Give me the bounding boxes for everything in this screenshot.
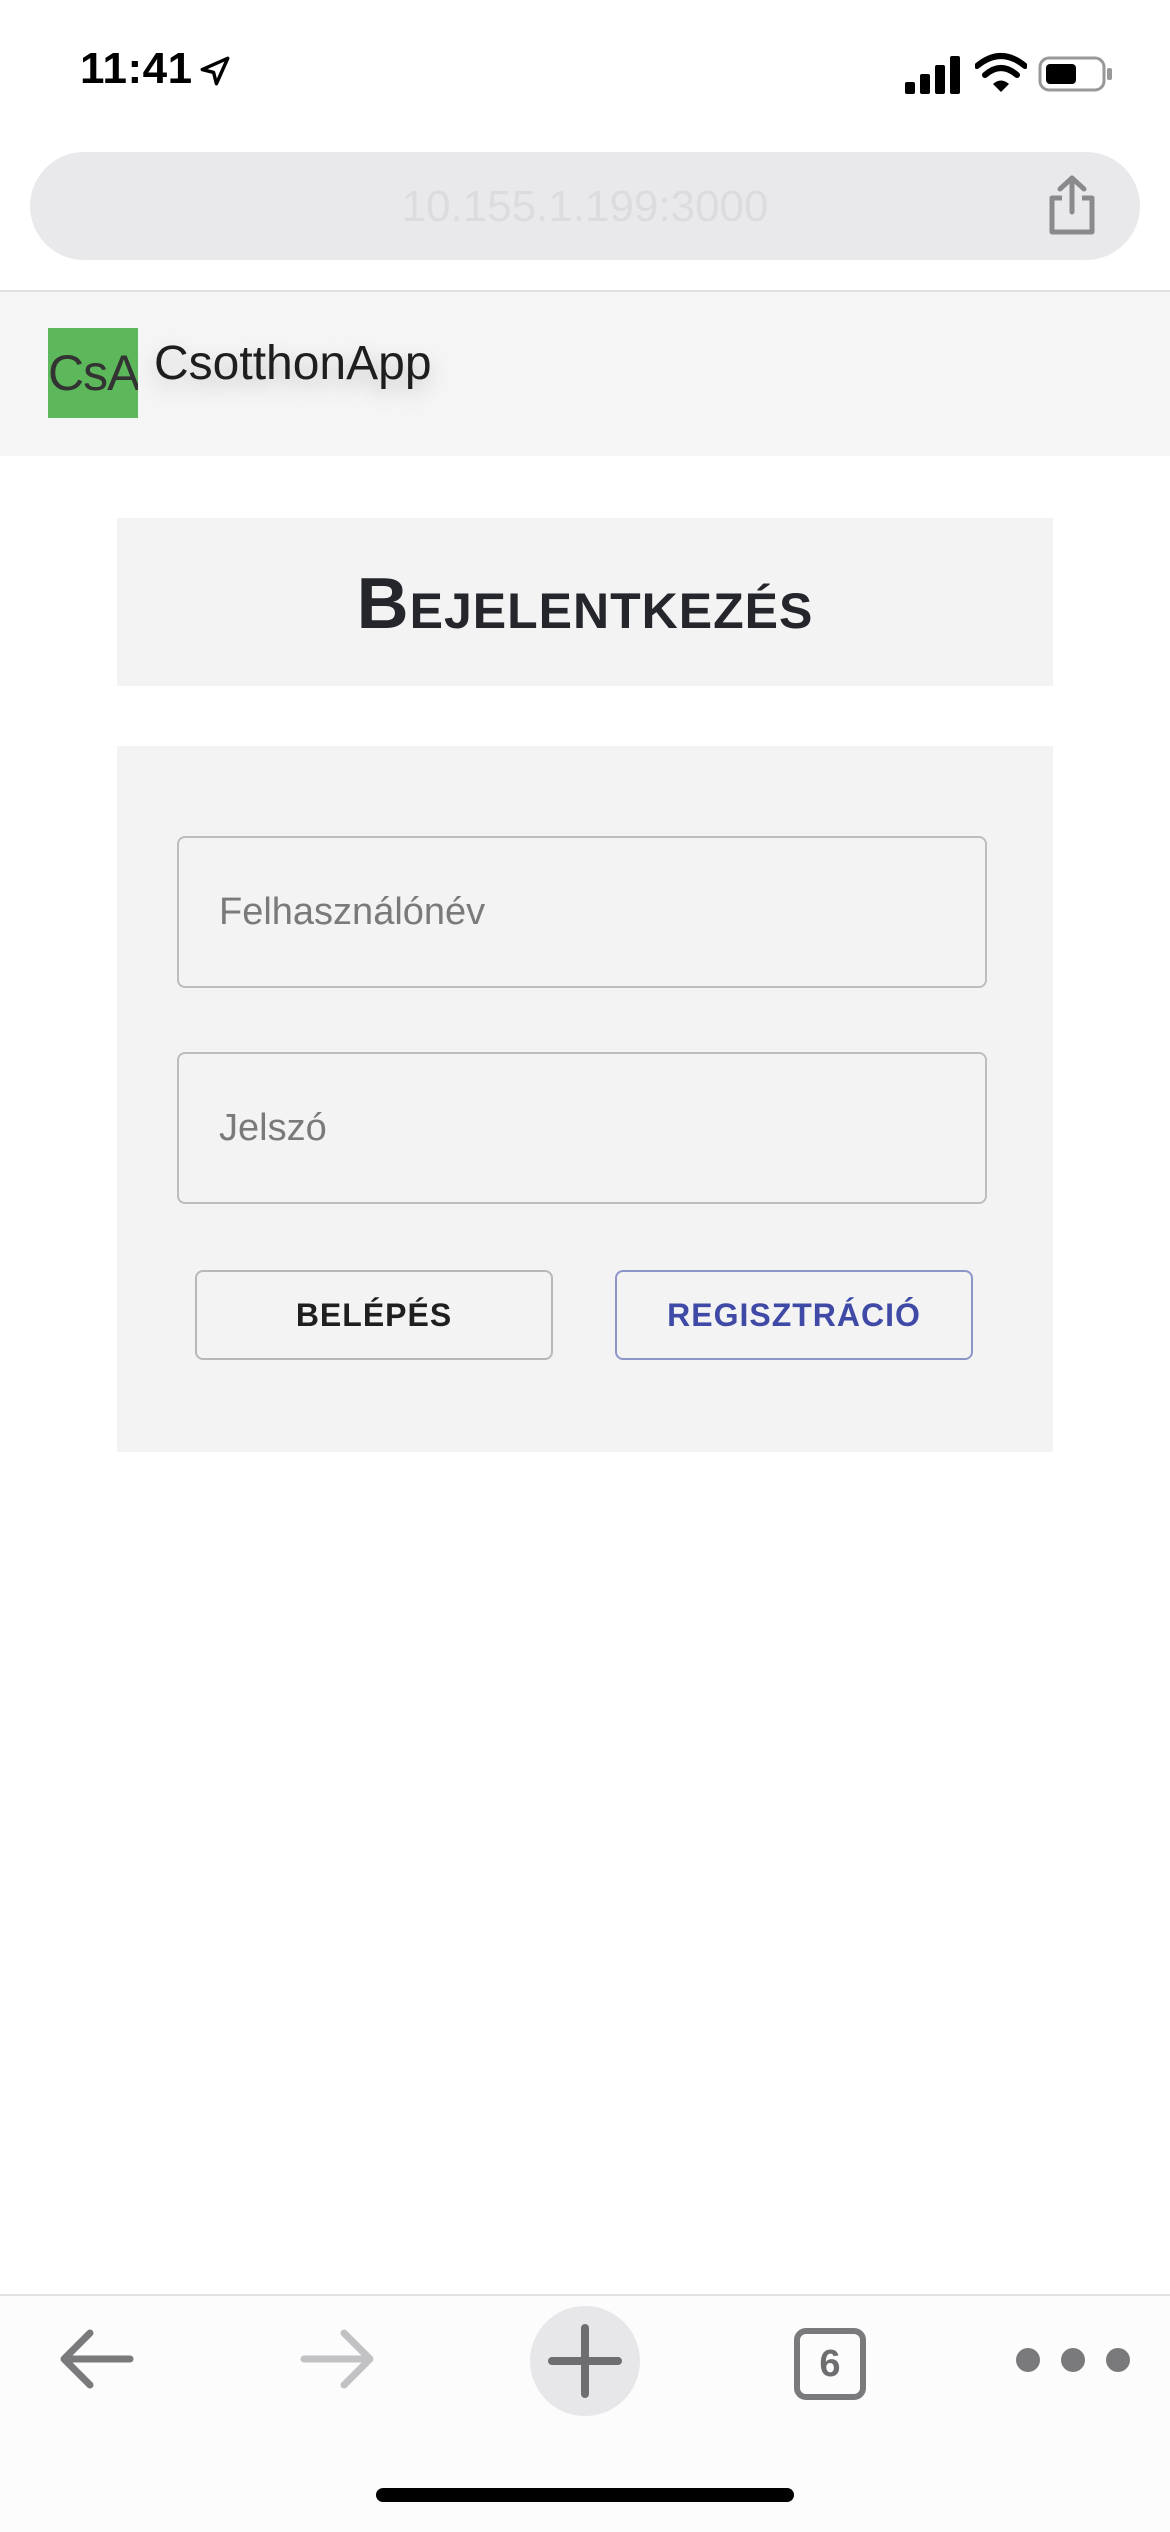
wifi-icon — [975, 53, 1027, 92]
status-bar: 11:41 — [0, 0, 1170, 150]
new-tab-plus-icon — [548, 2324, 622, 2398]
title-card: Bejelentkezés — [117, 518, 1053, 686]
share-icon[interactable] — [1044, 174, 1100, 236]
location-arrow-icon — [200, 56, 230, 86]
username-field-container — [177, 836, 987, 988]
new-tab-button[interactable] — [530, 2306, 640, 2416]
back-arrow-icon[interactable] — [56, 2326, 136, 2392]
page-title: Bejelentkezés — [356, 564, 814, 644]
forward-arrow-icon[interactable] — [298, 2326, 378, 2392]
status-time: 11:41 — [80, 44, 193, 93]
tab-count: 6 — [819, 2343, 841, 2385]
url-bar[interactable]: 10.155.1.199:3000 — [30, 152, 1140, 260]
app-logo[interactable]: CsA — [48, 328, 138, 418]
cellular-signal-icon — [905, 56, 960, 94]
register-button[interactable]: REGISZTRÁCIÓ — [615, 1270, 973, 1360]
home-indicator[interactable] — [376, 2488, 794, 2502]
battery-icon — [1038, 56, 1112, 92]
tabs-button[interactable]: 6 — [794, 2328, 866, 2400]
password-input[interactable] — [179, 1054, 985, 1202]
login-button[interactable]: BELÉPÉS — [195, 1270, 553, 1360]
url-text[interactable]: 10.155.1.199:3000 — [30, 182, 1140, 232]
app-header: CsA CsotthonApp — [0, 292, 1170, 456]
login-form: BELÉPÉS REGISZTRÁCIÓ — [117, 746, 1053, 1452]
more-icon[interactable] — [1010, 2342, 1136, 2378]
app-name[interactable]: CsotthonApp — [154, 336, 432, 391]
password-field-container — [177, 1052, 987, 1204]
username-input[interactable] — [179, 838, 985, 986]
